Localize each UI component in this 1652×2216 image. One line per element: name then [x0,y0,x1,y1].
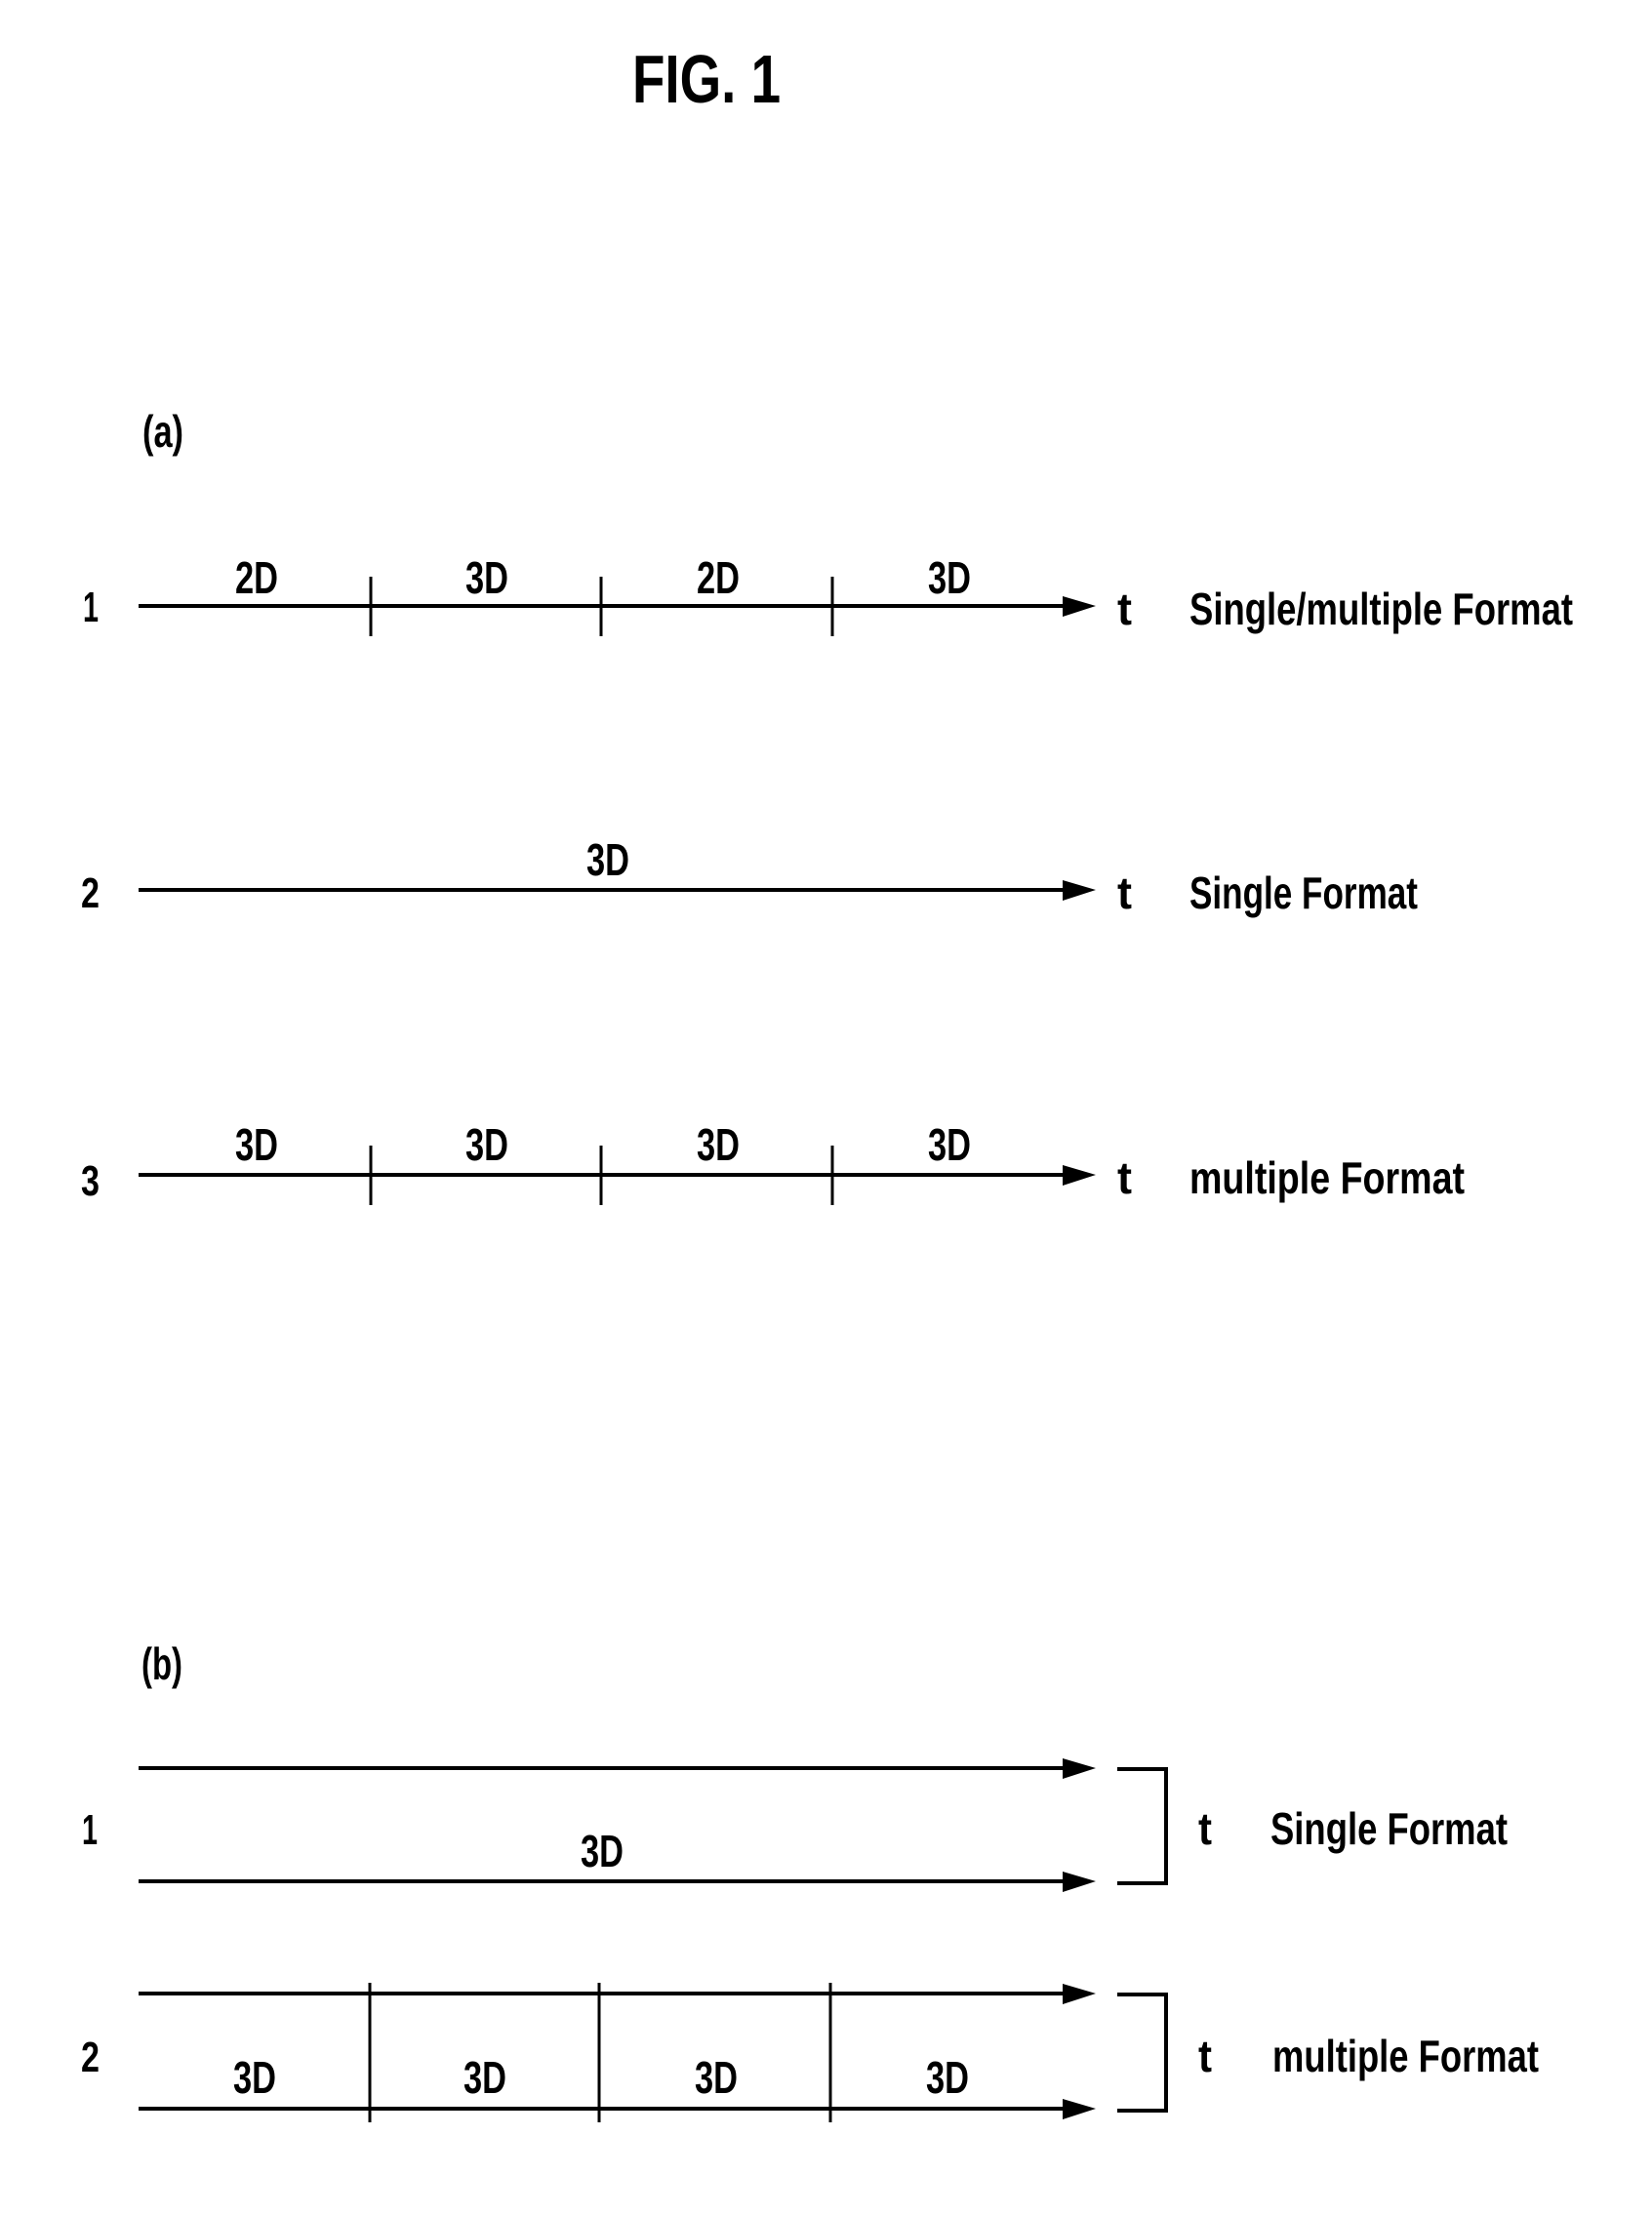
segment-label: 3D [233,2052,276,2103]
arrowhead-icon [1063,1165,1096,1186]
row-number: 2 [81,869,100,917]
segment-label: 3D [926,2052,969,2103]
figure-canvas: FIG. 1 (a) 1 2D 3D 2D 3D t Single/multip… [81,41,1573,2122]
time-axis-label: t [1117,584,1132,634]
figure-title: FIG. 1 [632,41,781,117]
segment-label: 3D [586,834,629,885]
row-description: Single Format [1189,867,1418,918]
row-number: 1 [83,584,99,631]
bracket-icon [1117,1993,1168,2113]
row-number: 2 [81,2034,100,2081]
arrowhead-icon [1063,1984,1096,2004]
arrowhead-icon [1063,880,1096,901]
segment-label: 3D [928,552,971,603]
panel-a-row-3: 3 3D 3D 3D 3D t multiple Format [81,1119,1465,1205]
row-description: multiple Format [1272,2031,1539,2081]
row-number: 1 [82,1806,98,1854]
panel-b-row-2: 2 3D 3D 3D 3D t multiple Format [81,1983,1539,2122]
segment-label: 3D [695,2052,738,2103]
panel-b-row-1: 1 3D t Single Format [82,1758,1508,1892]
segment-label: 2D [697,552,740,603]
row-description: Single/multiple Format [1189,584,1573,634]
arrowhead-icon [1063,1758,1096,1779]
row-description: multiple Format [1189,1152,1465,1203]
segment-label: 2D [235,552,278,603]
row-number: 3 [81,1157,100,1205]
segment-label: 3D [465,552,508,603]
segment-label: 3D [581,1826,624,1876]
arrowhead-icon [1063,1872,1096,1892]
panel-a-row-2: 2 3D t Single Format [81,834,1418,918]
panel-b-label: (b) [141,1638,182,1689]
row-description: Single Format [1270,1803,1508,1854]
time-axis-label: t [1117,867,1132,918]
time-axis-label: t [1117,1152,1132,1203]
time-axis-label: t [1198,2031,1212,2081]
segment-label: 3D [928,1119,971,1170]
segment-label: 3D [697,1119,740,1170]
panel-a-row-1: 1 2D 3D 2D 3D t Single/multiple Format [83,552,1573,636]
arrowhead-icon [1063,2099,1096,2119]
segment-label: 3D [465,1119,508,1170]
time-axis-label: t [1198,1803,1212,1854]
bracket-icon [1117,1767,1168,1885]
panel-a-label: (a) [142,406,183,457]
arrowhead-icon [1063,596,1096,617]
segment-label: 3D [463,2052,506,2103]
segment-label: 3D [235,1119,278,1170]
